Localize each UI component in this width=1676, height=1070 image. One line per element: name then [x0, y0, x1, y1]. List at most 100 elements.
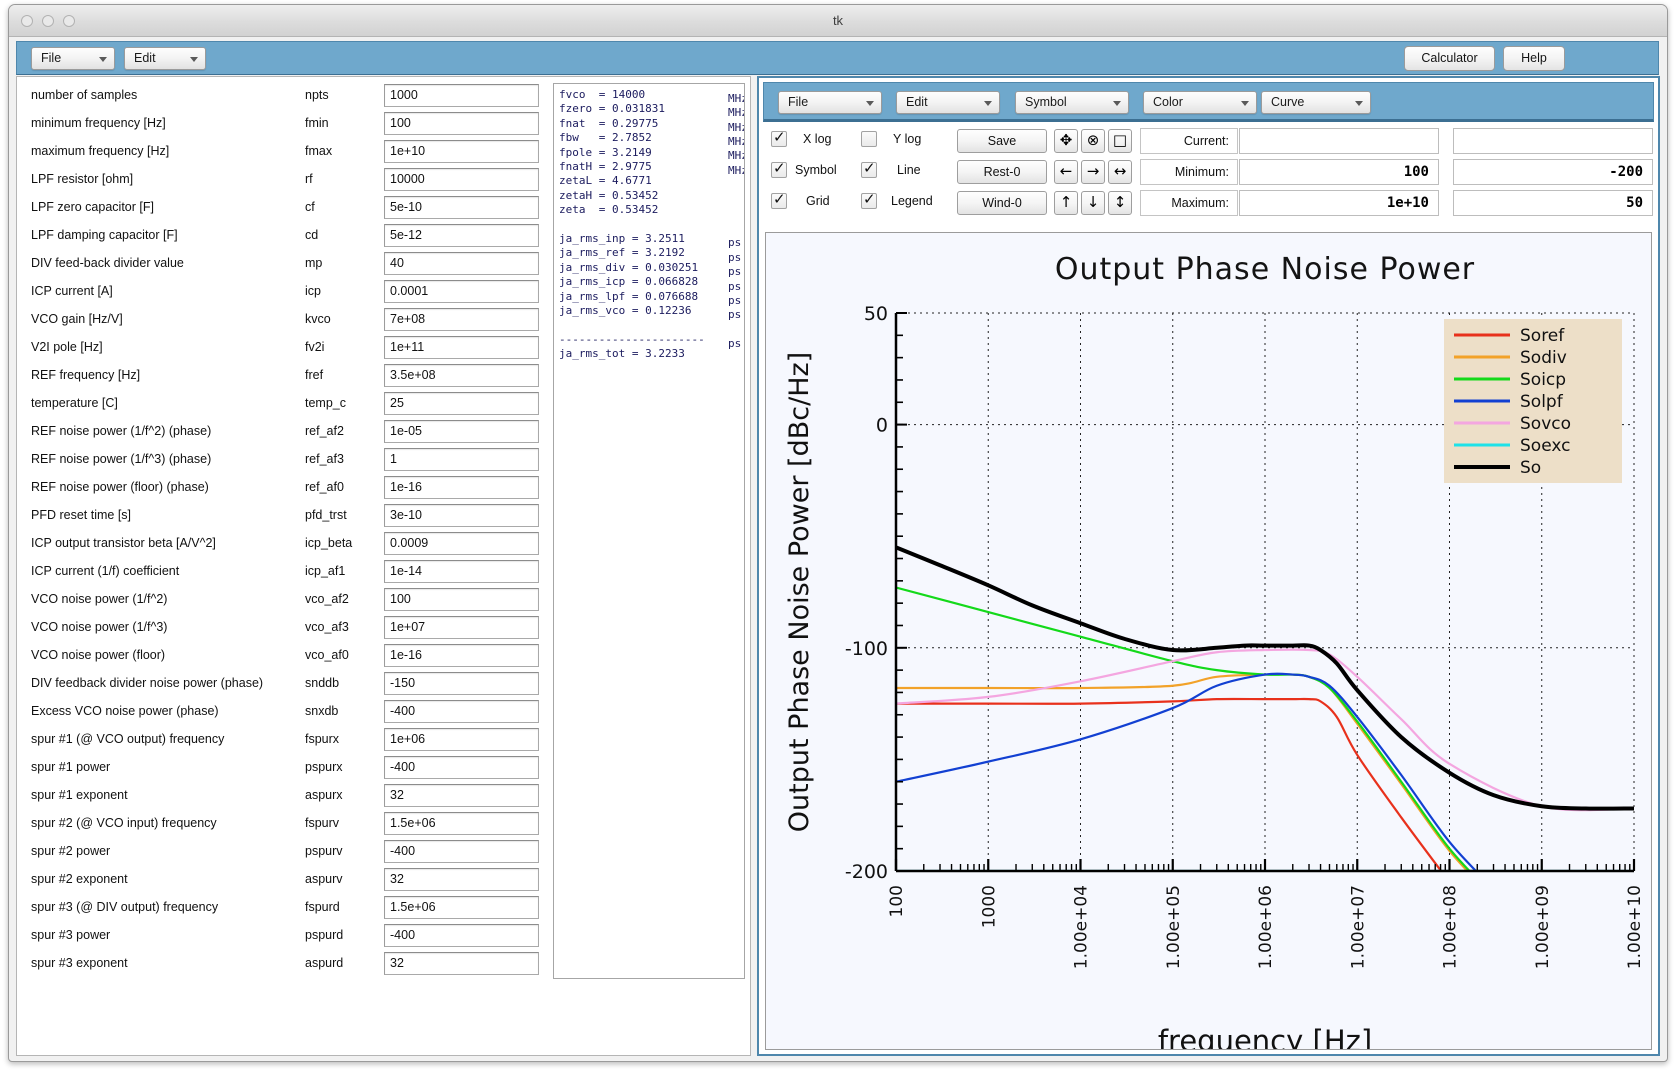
parameter-input[interactable]: 32 — [384, 784, 539, 807]
parameter-input[interactable]: 1e+07 — [384, 616, 539, 639]
checkbox-symbol[interactable] — [771, 159, 787, 178]
checkbox-line[interactable] — [861, 159, 877, 178]
parameter-input[interactable]: 1e+11 — [384, 336, 539, 359]
current-x-field[interactable] — [1239, 128, 1439, 154]
parameter-row: temperature [C] temp_c 25 — [17, 391, 544, 419]
checkbox-xlog[interactable] — [771, 128, 787, 147]
window-button[interactable]: Wind-0 — [957, 191, 1047, 215]
plot-menu-edit[interactable]: Edit — [896, 91, 1000, 114]
parameter-input[interactable]: 1.5e+06 — [384, 812, 539, 835]
parameter-label: spur #1 power — [31, 760, 111, 774]
arrow-up-icon[interactable]: ↑ — [1054, 191, 1078, 215]
arrow-down-icon[interactable]: ↓ — [1081, 191, 1105, 215]
parameter-input[interactable]: 32 — [384, 868, 539, 891]
window-title: tk — [832, 13, 844, 28]
parameter-input[interactable]: 1000 — [384, 84, 539, 107]
arrow-leftright-icon[interactable]: ↔ — [1108, 160, 1132, 184]
application-window: tk File Edit Calculator Help number of s… — [8, 4, 1668, 1062]
arrow-left-icon[interactable]: ← — [1054, 160, 1078, 184]
parameter-variable: aspurd — [305, 956, 344, 970]
parameter-input[interactable]: 1e+10 — [384, 140, 539, 163]
parameter-input[interactable]: 1e+06 — [384, 728, 539, 751]
x-tick-label: 100 — [887, 885, 907, 917]
parameter-input[interactable]: -400 — [384, 840, 539, 863]
parameter-variable: vco_af3 — [305, 620, 349, 634]
y-tick-label: 50 — [864, 303, 888, 325]
parameter-input[interactable]: 0.0009 — [384, 532, 539, 555]
result-unit: MHz — [728, 121, 744, 134]
parameter-label: ICP current (1/f) coefficient — [31, 564, 180, 578]
menu-edit[interactable]: Edit — [124, 47, 206, 70]
help-button[interactable]: Help — [1503, 46, 1565, 71]
current-y-field[interactable] — [1453, 128, 1653, 154]
parameter-input[interactable]: 1.5e+06 — [384, 896, 539, 919]
parameter-variable: pspurd — [305, 928, 344, 942]
parameter-input[interactable]: 3e-10 — [384, 504, 539, 527]
parameter-input[interactable]: -400 — [384, 700, 539, 723]
maximum-x-field[interactable]: 1e+10 — [1239, 190, 1439, 216]
reset-button[interactable]: Rest-0 — [957, 160, 1047, 184]
maximum-y-field[interactable]: 50 — [1453, 190, 1653, 216]
plot-menu-curve[interactable]: Curve — [1261, 91, 1371, 114]
parameter-input[interactable]: 3.5e+08 — [384, 364, 539, 387]
parameter-row: PFD reset time [s] pfd_trst 3e-10 — [17, 503, 544, 531]
phase-noise-chart: Output Phase Noise Power 50 0 -100 -200100 10… — [766, 233, 1651, 1049]
parameter-input[interactable]: 7e+08 — [384, 308, 539, 331]
x-tick-label: 1.00e+05 — [1164, 885, 1184, 969]
parameter-input[interactable]: 1e-14 — [384, 560, 539, 583]
checkbox-ylog[interactable] — [861, 131, 877, 147]
parameter-input[interactable]: 25 — [384, 392, 539, 415]
label-symbol: Symbol — [795, 163, 837, 177]
parameter-input[interactable]: 1e-16 — [384, 644, 539, 667]
y-tick-label: 0 — [876, 415, 888, 437]
minimum-y-field[interactable]: -200 — [1453, 159, 1653, 185]
result-unit: ps — [728, 337, 742, 350]
parameter-input[interactable]: 40 — [384, 252, 539, 275]
parameter-input[interactable]: -400 — [384, 756, 539, 779]
parameter-row: maximum frequency [Hz] fmax 1e+10 — [17, 139, 544, 167]
parameter-input[interactable]: -400 — [384, 924, 539, 947]
parameter-row: VCO noise power (1/f^2) vco_af2 100 — [17, 587, 544, 615]
parameter-label: spur #2 exponent — [31, 872, 128, 886]
legend-label: Sovco — [1520, 414, 1571, 434]
box-zoom-icon[interactable]: □ — [1108, 129, 1132, 153]
plot-menu-symbol[interactable]: Symbol — [1015, 91, 1129, 114]
menu-file[interactable]: File — [31, 47, 115, 70]
pan-all-icon[interactable]: ✥ — [1054, 129, 1078, 153]
parameter-input[interactable]: 100 — [384, 112, 539, 135]
plot-menu-file[interactable]: File — [778, 91, 882, 114]
parameter-input[interactable]: 5e-10 — [384, 196, 539, 219]
parameter-input[interactable]: 1e-16 — [384, 476, 539, 499]
parameter-label: minimum frequency [Hz] — [31, 116, 166, 130]
parameter-label: spur #3 power — [31, 928, 111, 942]
parameter-row: spur #3 power pspurd -400 — [17, 923, 544, 951]
x-tick-label: 1.00e+07 — [1348, 885, 1368, 969]
parameter-row: LPF resistor [ohm] rf 10000 — [17, 167, 544, 195]
parameter-input[interactable]: -150 — [384, 672, 539, 695]
parameter-input[interactable]: 1 — [384, 448, 539, 471]
checkbox-legend[interactable] — [861, 190, 877, 209]
parameter-input[interactable]: 0.0001 — [384, 280, 539, 303]
parameter-variable: kvco — [305, 312, 331, 326]
parameter-input[interactable]: 5e-12 — [384, 224, 539, 247]
parameter-input[interactable]: 32 — [384, 952, 539, 975]
parameter-input[interactable]: 10000 — [384, 168, 539, 191]
arrow-updown-icon[interactable]: ↕ — [1108, 191, 1132, 215]
minimum-x-field[interactable]: 100 — [1239, 159, 1439, 185]
results-panel[interactable]: fvco = 14000 fzero = 0.031831 fnat = 0.2… — [553, 83, 745, 979]
parameter-label: number of samples — [31, 88, 138, 102]
parameter-row: minimum frequency [Hz] fmin 100 — [17, 111, 544, 139]
parameter-input[interactable]: 100 — [384, 588, 539, 611]
plot-menu-color[interactable]: Color — [1143, 91, 1257, 114]
calculator-button[interactable]: Calculator — [1404, 46, 1495, 71]
chart-canvas[interactable]: Output Phase Noise Power 50 0 -100 -200 100 10… — [765, 232, 1652, 1050]
parameter-label: REF noise power (1/f^2) (phase) — [31, 424, 212, 438]
arrow-right-icon[interactable]: → — [1081, 160, 1105, 184]
checkbox-grid[interactable] — [771, 190, 787, 209]
parameter-input[interactable]: 1e-05 — [384, 420, 539, 443]
label-line: Line — [897, 163, 921, 177]
parameter-row: ICP current [A] icp 0.0001 — [17, 279, 544, 307]
parameter-label: Excess VCO noise power (phase) — [31, 704, 219, 718]
zoom-reset-icon[interactable]: ⊗ — [1081, 129, 1105, 153]
save-button[interactable]: Save — [957, 129, 1047, 153]
